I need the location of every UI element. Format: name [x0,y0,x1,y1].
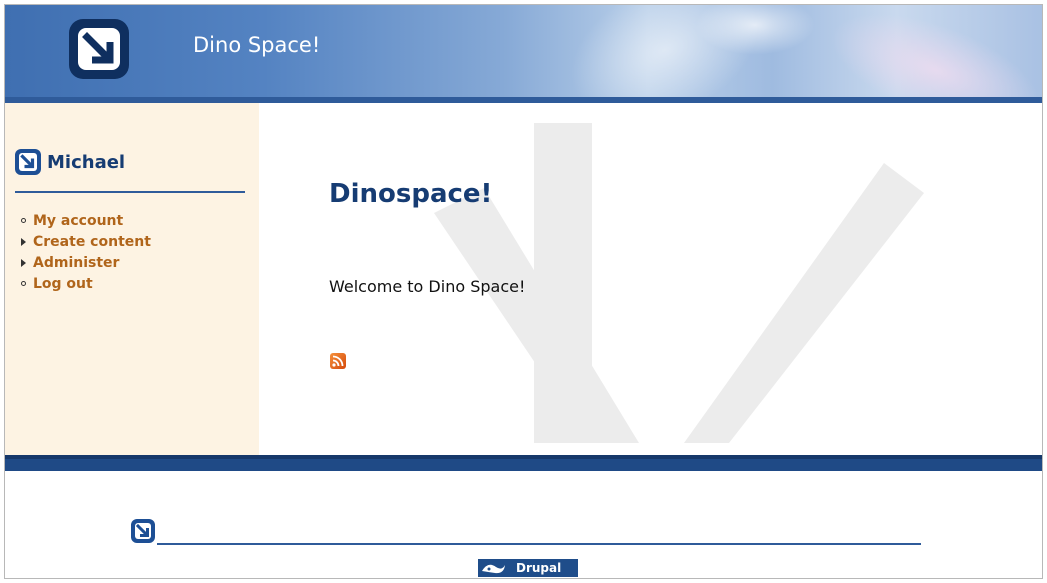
drupal-drop-icon [478,559,508,577]
powered-by-drupal-badge[interactable]: Drupal [478,559,578,577]
site-name-link[interactable]: Dino Space! [193,33,320,57]
footer-logo-icon [131,519,155,543]
menu-link-my-account[interactable]: My account [33,213,123,229]
drupal-badge-label: Drupal [516,561,562,575]
circle-bullet-icon [19,281,33,286]
menu-link-create-content[interactable]: Create content [33,234,151,250]
menu-item-administer[interactable]: Administer [19,252,151,273]
user-menu: My account Create content Administer Log… [19,210,151,294]
rss-feed-icon[interactable] [330,353,346,369]
main-content: Dinospace! Welcome to Dino Space! [259,103,1042,455]
user-block-title: Michael [15,149,125,175]
menu-item-log-out[interactable]: Log out [19,273,151,294]
footer-band [5,455,1042,471]
browser-page: Dino Space! Michael My account Create co… [4,4,1043,579]
menu-link-log-out[interactable]: Log out [33,276,93,292]
site-footer: Drupal [5,471,1042,578]
site-logo-icon[interactable] [69,19,129,79]
triangle-right-icon[interactable] [19,258,33,267]
page-title: Dinospace! [329,179,493,209]
sidebar-divider [15,191,245,193]
triangle-right-icon[interactable] [19,237,33,246]
footer-divider [157,543,921,545]
user-name: Michael [47,151,126,173]
site-header: Dino Space! [5,5,1042,97]
welcome-text: Welcome to Dino Space! [329,277,526,296]
arrow-logo-icon [15,149,41,175]
menu-item-create-content[interactable]: Create content [19,231,151,252]
left-sidebar: Michael My account Create content Admini… [5,103,259,455]
circle-bullet-icon [19,218,33,223]
menu-link-administer[interactable]: Administer [33,255,119,271]
menu-item-my-account[interactable]: My account [19,210,151,231]
